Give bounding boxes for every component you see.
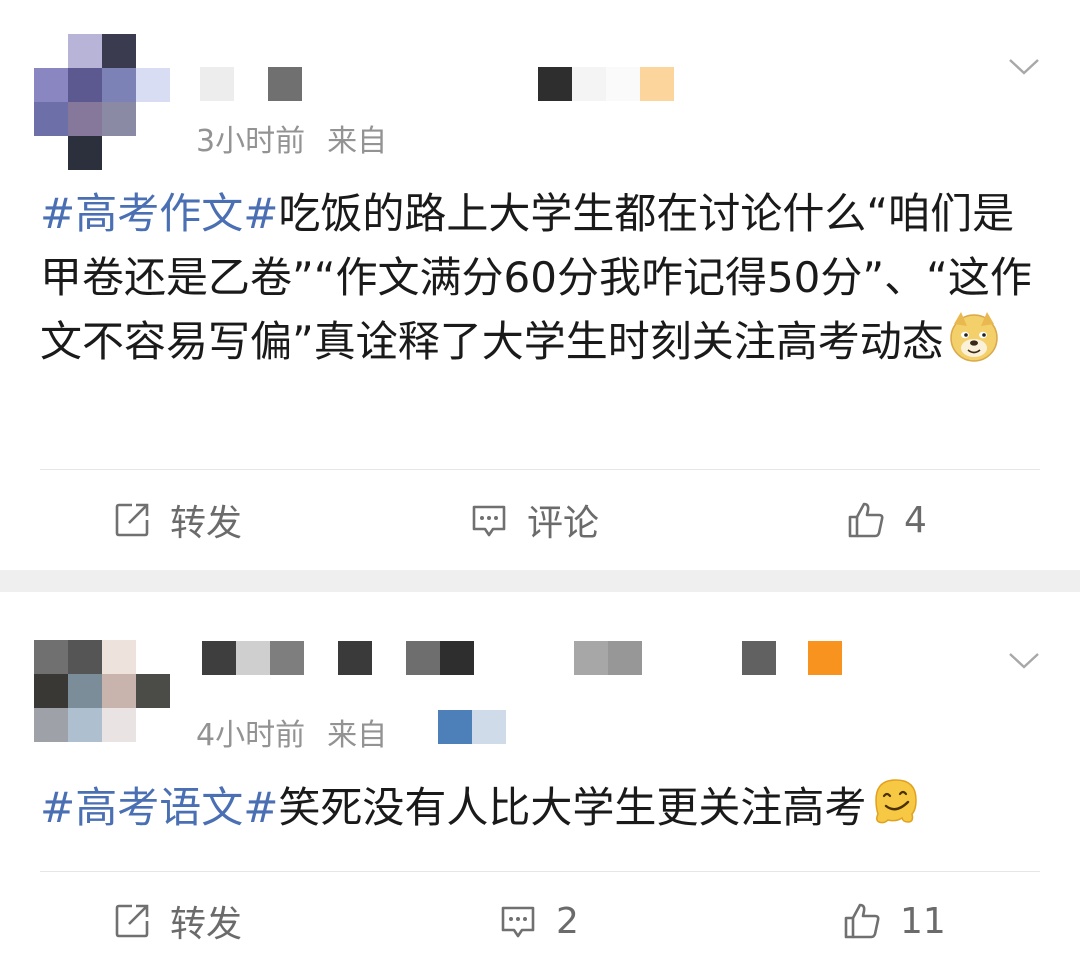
thumbs-up-icon <box>844 903 880 939</box>
topic-link[interactable]: #高考作文# <box>40 189 278 238</box>
post-meta: 4小时前 来自 <box>196 710 409 754</box>
avatar[interactable] <box>34 34 170 170</box>
comment-count: 2 <box>556 900 579 942</box>
repost-label: 转发 <box>170 503 243 544</box>
doge-emoji <box>950 312 998 362</box>
post-body: 笑死没有人比大学生更关注高考 <box>278 783 867 832</box>
chevron-down-icon[interactable] <box>1006 48 1042 84</box>
post-time: 4小时前 <box>196 718 306 753</box>
thumbs-up-icon <box>848 502 884 538</box>
post-card: 3小时前 来自 #高考作文#吃饭的路上大学生都在讨论什么“咱们是甲卷还是乙卷”“作… <box>0 0 1080 570</box>
post-card: 4小时前 来自 #高考语文#笑死没有人比大学生更关注高考 转发 2 11 <box>0 592 1080 973</box>
like-button[interactable]: 4 <box>846 472 927 568</box>
comment-button[interactable]: 评论 <box>469 472 599 568</box>
post-separator <box>0 570 1080 592</box>
comment-icon <box>472 505 506 537</box>
topic-link[interactable]: #高考语文# <box>40 783 278 832</box>
username[interactable] <box>200 67 680 101</box>
like-count: 11 <box>900 900 946 942</box>
post-content: #高考语文#笑死没有人比大学生更关注高考 <box>40 776 1040 840</box>
repost-button[interactable]: 转发 <box>112 873 242 969</box>
post-time: 3小时前 <box>196 124 306 159</box>
divider <box>40 871 1040 872</box>
action-bar: 转发 2 11 <box>0 873 1080 969</box>
post-source: 来自 <box>327 718 388 753</box>
melting-face-emoji <box>875 779 918 824</box>
post-source: 来自 <box>327 124 388 159</box>
comment-label: 评论 <box>527 503 600 544</box>
like-count: 4 <box>904 499 927 541</box>
comment-icon <box>501 906 535 938</box>
post-content: #高考作文#吃饭的路上大学生都在讨论什么“咱们是甲卷还是乙卷”“作文满分60分我… <box>40 182 1040 374</box>
repost-icon <box>115 503 149 537</box>
action-bar: 转发 评论 4 <box>0 472 1080 568</box>
avatar[interactable] <box>34 640 170 776</box>
divider <box>40 469 1040 470</box>
comment-button[interactable]: 2 <box>498 873 579 969</box>
repost-button[interactable]: 转发 <box>112 472 242 568</box>
username[interactable] <box>202 641 842 675</box>
like-button[interactable]: 11 <box>842 873 946 969</box>
repost-icon <box>115 904 149 938</box>
post-meta: 3小时前 来自 <box>196 116 409 160</box>
repost-label: 转发 <box>170 904 243 945</box>
source-blocks <box>438 710 506 744</box>
chevron-down-icon[interactable] <box>1006 642 1042 678</box>
